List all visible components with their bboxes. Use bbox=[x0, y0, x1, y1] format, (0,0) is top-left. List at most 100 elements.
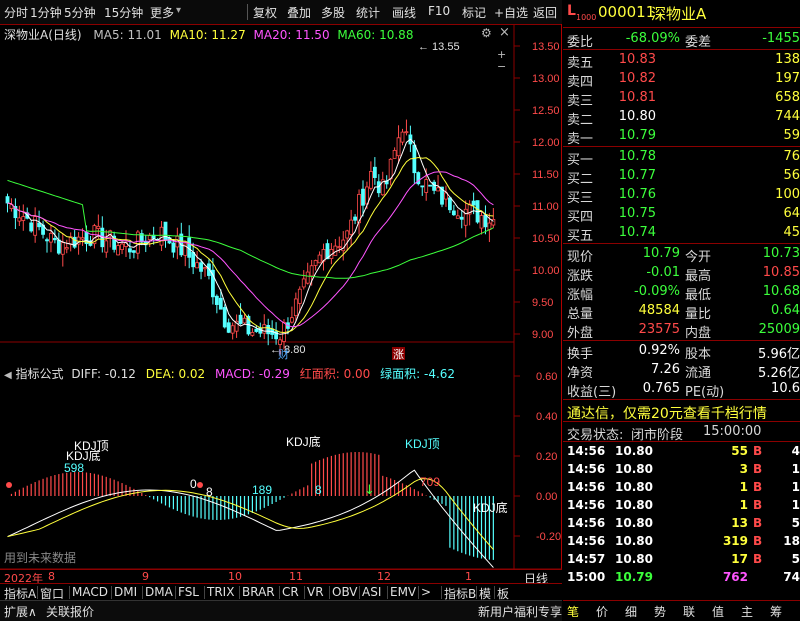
quote-nav-tab[interactable]: 筹 bbox=[770, 603, 782, 620]
chart-canvas[interactable]: 13.50 13.00 12.50 12.00 11.50 11.00 10.50 10.00… bbox=[0, 24, 562, 569]
tab-trix[interactable]: TRIX bbox=[207, 585, 234, 599]
bid-row[interactable]: 买四 10.75 64 bbox=[563, 204, 800, 225]
toolbar-draw-button[interactable]: 画线 bbox=[392, 4, 416, 21]
candle bbox=[289, 317, 294, 323]
candle bbox=[361, 188, 365, 206]
kline-header: 深物业A(日线) MA5: 11.01 MA10: 11.27 MA20: 11… bbox=[4, 26, 413, 43]
candle bbox=[451, 210, 456, 216]
tab-asi[interactable]: ASI bbox=[362, 585, 381, 599]
stat-value: 0.64 bbox=[771, 303, 800, 318]
toolbar-overlay-button[interactable]: 叠加 bbox=[287, 4, 311, 21]
quote-nav-tab[interactable]: 联 bbox=[683, 603, 695, 620]
quote-nav-tab[interactable]: 势 bbox=[654, 603, 666, 620]
candle bbox=[116, 245, 120, 256]
ask-price: 10.80 bbox=[618, 109, 656, 124]
tab-fsl[interactable]: FSL bbox=[178, 585, 199, 599]
ask-row[interactable]: 卖四 10.82 197 bbox=[563, 69, 800, 90]
candle bbox=[64, 247, 69, 250]
ma10-line bbox=[7, 156, 494, 334]
bid-row[interactable]: 买五 10.74 45 bbox=[563, 223, 800, 244]
trade-price: 10.79 bbox=[615, 570, 653, 584]
tab-divider bbox=[142, 586, 143, 599]
toolbar-mark-button[interactable]: 标记 bbox=[462, 4, 486, 21]
zoom-out-icon[interactable]: − bbox=[497, 60, 506, 73]
quote-nav-tabs: 笔价细势联值主筹 bbox=[563, 600, 800, 621]
bid-row[interactable]: 买一 10.78 76 bbox=[563, 147, 800, 168]
green-area-label: 绿面积: -4.62 bbox=[380, 367, 456, 381]
ask-row[interactable]: 卖二 10.80 744 bbox=[563, 107, 800, 128]
fundamental-row: 收益(三) 0.765 PE(动) 10.6 bbox=[563, 379, 800, 400]
ask-row[interactable]: 卖五 10.83 138 bbox=[563, 50, 800, 71]
tab-more-arrow[interactable]: > bbox=[421, 585, 431, 599]
tab-macd[interactable]: MACD bbox=[72, 585, 108, 599]
tab-cr[interactable]: CR bbox=[282, 585, 299, 599]
bid-row[interactable]: 买二 10.77 56 bbox=[563, 166, 800, 187]
promo-text[interactable]: 通达信，仅需20元查看千档行情 bbox=[567, 403, 767, 423]
fundamental-value: 10.6 bbox=[771, 381, 800, 396]
trade-row: 15:00 10.79 762 74 bbox=[563, 568, 800, 586]
indicator-formula-label[interactable]: 指标公式 bbox=[16, 367, 64, 381]
tab-dma[interactable]: DMA bbox=[145, 585, 173, 599]
gear-icon[interactable]: ⚙ bbox=[481, 26, 492, 40]
dea-line bbox=[7, 478, 494, 550]
trade-side: B bbox=[753, 498, 763, 512]
toolbar-more-button[interactable]: 更多 bbox=[150, 4, 174, 21]
ask-row[interactable]: 卖一 10.79 59 bbox=[563, 126, 800, 147]
new-user-promo-link[interactable]: 新用户福利专享 bbox=[478, 603, 562, 620]
tab-emv[interactable]: EMV bbox=[390, 585, 416, 599]
ma20-label: MA20: 11.50 bbox=[253, 28, 330, 42]
promo-row[interactable]: 通达信，仅需20元查看千档行情 bbox=[563, 401, 800, 423]
toolbar-tab-5min[interactable]: 5分钟 bbox=[64, 4, 96, 21]
toolbar-f10-button[interactable]: F10 bbox=[428, 4, 450, 18]
ma5-label: MA5: 11.01 bbox=[93, 28, 162, 42]
toolbar-back-button[interactable]: 返回 bbox=[533, 4, 557, 21]
candle bbox=[147, 235, 152, 240]
tab-divider bbox=[387, 586, 388, 599]
quote-nav-tab[interactable]: 主 bbox=[741, 603, 753, 620]
ask-volume: 658 bbox=[775, 90, 800, 105]
tab-divider bbox=[279, 586, 280, 599]
tab-brar[interactable]: BRAR bbox=[242, 585, 275, 599]
future-data-label: 用到未来数据 bbox=[4, 551, 77, 565]
ask-volume: 744 bbox=[775, 109, 800, 124]
tab-divider bbox=[239, 586, 240, 599]
y-axis-label: 13.50 bbox=[532, 41, 560, 53]
toolbar-fuquan-button[interactable]: 复权 bbox=[253, 4, 277, 21]
tab-vr[interactable]: VR bbox=[307, 585, 324, 599]
tab-obv[interactable]: OBV bbox=[332, 585, 358, 599]
close-icon[interactable]: × bbox=[499, 25, 510, 40]
quote-nav-tab[interactable]: 值 bbox=[712, 603, 724, 620]
ask-row[interactable]: 卖三 10.81 658 bbox=[563, 88, 800, 109]
indicator-tabs: 指标A 窗口 MACD DMI DMA FSL TRIX BRAR CR VR OBV ASI EMV >… bbox=[0, 583, 562, 601]
quote-nav-tab[interactable]: 笔 bbox=[567, 603, 579, 620]
toolbar-stats-button[interactable]: 统计 bbox=[356, 4, 380, 21]
candle bbox=[60, 242, 65, 255]
tab-dmi[interactable]: DMI bbox=[114, 585, 137, 599]
toolbar-tab-timeshare[interactable]: 分时 bbox=[4, 4, 28, 21]
chevron-left-icon[interactable]: ◀ bbox=[4, 370, 12, 381]
quote-nav-tab[interactable]: 价 bbox=[596, 603, 608, 620]
rise-marker: 涨 bbox=[393, 348, 404, 361]
trade-volume: 17 bbox=[731, 552, 748, 566]
expand-button[interactable]: 扩展∧ bbox=[4, 603, 37, 620]
weibi-row: 委比 -68.09% 委差 -1455 bbox=[563, 29, 800, 50]
bid-row[interactable]: 买三 10.76 100 bbox=[563, 185, 800, 206]
toolbar-tab-1min[interactable]: 1分钟 bbox=[30, 4, 62, 21]
stat-row: 总量 48584 量比 0.64 bbox=[563, 301, 800, 322]
trade-count: 74 bbox=[783, 570, 800, 584]
quote-nav-tab[interactable]: 细 bbox=[625, 603, 637, 620]
candle bbox=[396, 137, 401, 157]
kdj-value-label: 709 bbox=[420, 475, 440, 489]
trade-volume: 319 bbox=[722, 534, 748, 548]
stat-value: -0.01 bbox=[646, 265, 680, 280]
toolbar-add-favorite-button[interactable]: +自选 bbox=[494, 4, 528, 21]
candle bbox=[214, 295, 219, 305]
toolbar-multi-stock-button[interactable]: 多股 bbox=[321, 4, 345, 21]
candle bbox=[317, 254, 322, 264]
weibi-label: 委比 bbox=[567, 35, 594, 50]
toolbar-tab-15min[interactable]: 15分钟 bbox=[104, 4, 143, 21]
related-quote-button[interactable]: 关联报价 bbox=[46, 603, 94, 620]
tab-divider bbox=[441, 586, 442, 599]
chart-area[interactable]: 13.50 13.00 12.50 12.00 11.50 11.00 10.50 10.00… bbox=[0, 24, 562, 569]
stat-row: 涨幅 -0.09% 最低 10.68 bbox=[563, 282, 800, 303]
